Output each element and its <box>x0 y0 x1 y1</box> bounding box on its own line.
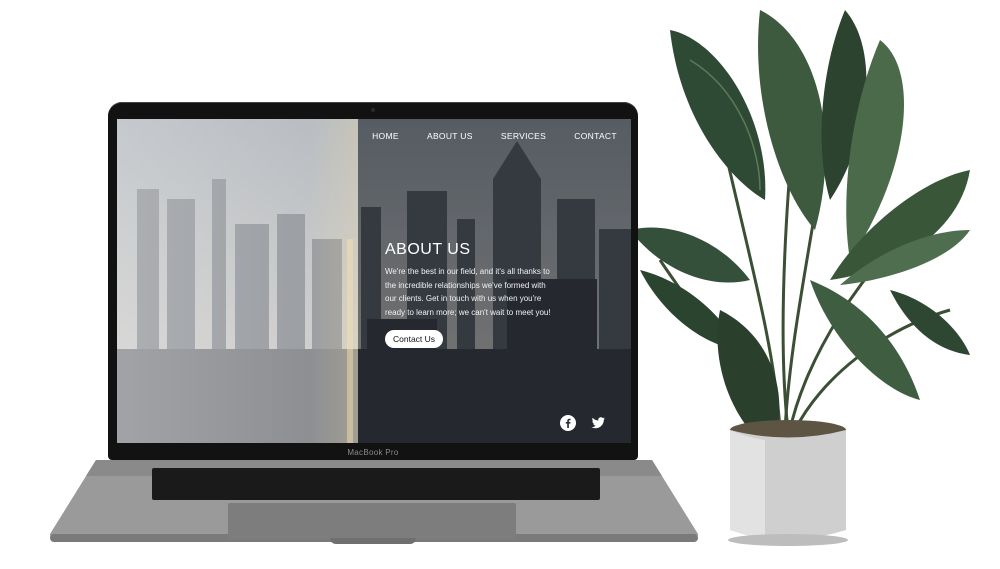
about-section: ABOUT US We're the best in our field, an… <box>385 241 555 348</box>
nav-about-us[interactable]: ABOUT US <box>427 131 473 141</box>
facebook-icon[interactable] <box>560 415 576 431</box>
plant-leaves <box>630 10 970 450</box>
touchpad <box>228 503 516 539</box>
lid-notch <box>330 538 416 544</box>
site-nav: HOME ABOUT US SERVICES CONTACT <box>358 131 631 141</box>
contact-us-button[interactable]: Contact Us <box>385 330 444 348</box>
webcam-icon <box>371 108 375 112</box>
nav-home[interactable]: HOME <box>372 131 399 141</box>
scene: MacBook Pro HOME ABOUT US SERVICES CONTA… <box>0 0 1000 569</box>
laptop-screen: HOME ABOUT US SERVICES CONTACT ABOUT US … <box>117 119 631 443</box>
about-title: ABOUT US <box>385 241 471 258</box>
plant-pot <box>728 420 848 546</box>
keyboard <box>152 468 600 500</box>
nav-contact[interactable]: CONTACT <box>574 131 617 141</box>
left-panel-overlay <box>117 119 358 443</box>
twitter-icon[interactable] <box>590 415 606 431</box>
about-body: We're the best in our field, and it's al… <box>385 267 551 317</box>
laptop-model-label: MacBook Pro <box>347 448 399 457</box>
nav-services[interactable]: SERVICES <box>501 131 546 141</box>
social-links <box>560 415 606 431</box>
